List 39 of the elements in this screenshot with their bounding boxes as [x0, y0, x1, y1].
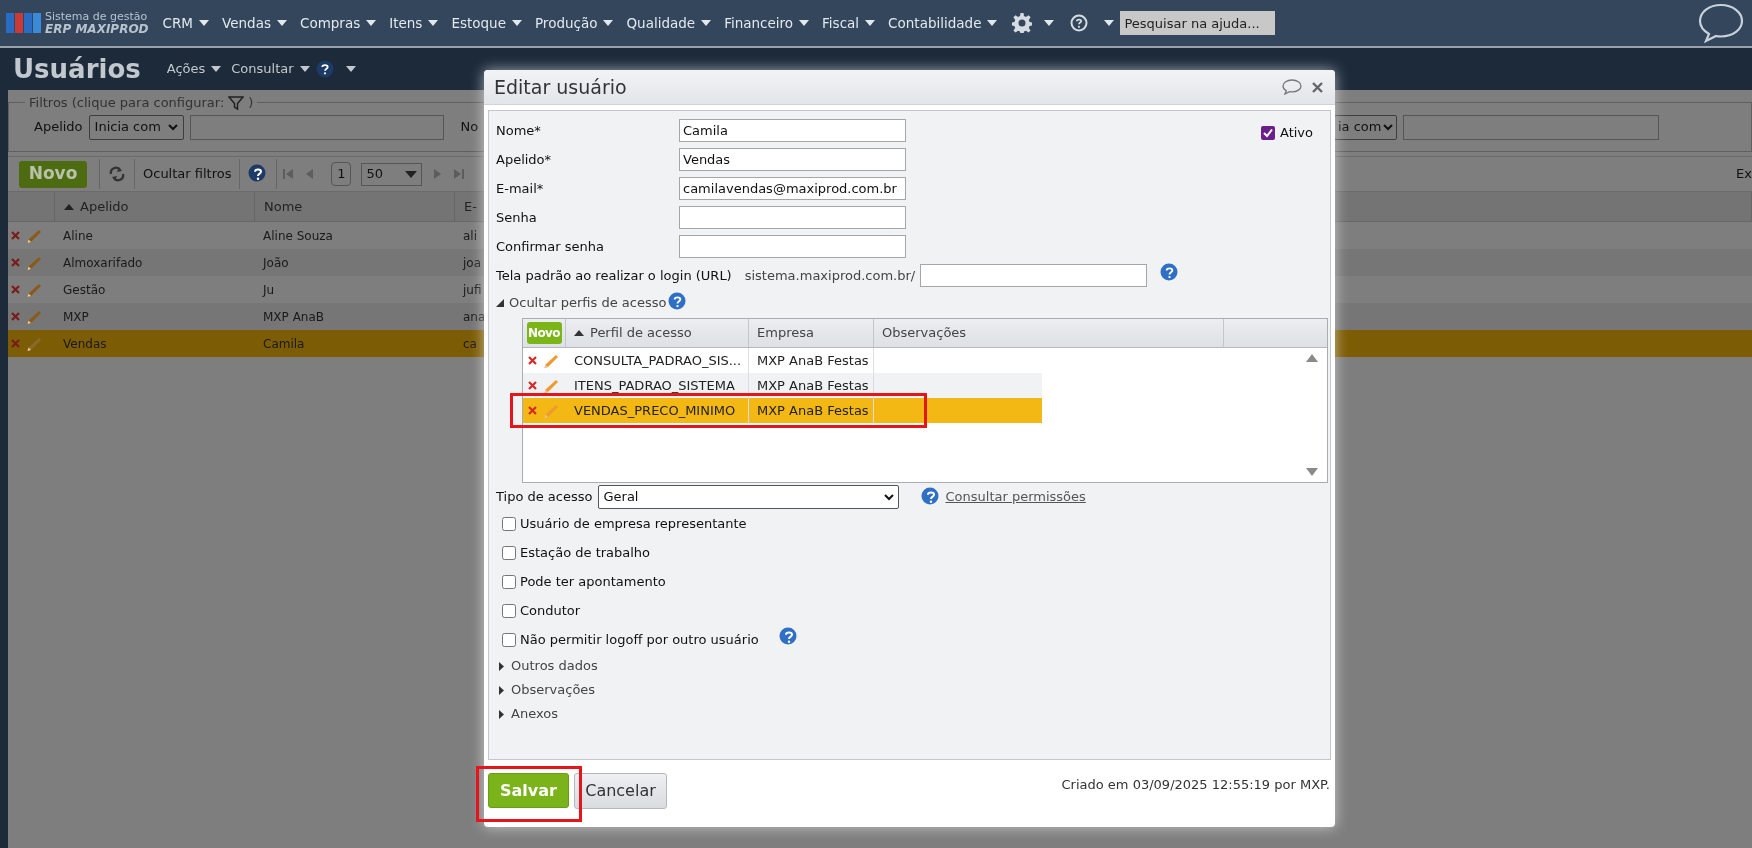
field-label: Apelido: [34, 118, 83, 137]
table-cell-text: MXP AnaB Festas: [757, 376, 869, 395]
field-label: Tela padrão ao realizar o login (URL): [496, 266, 732, 285]
dialog-title: Editar usuário: [494, 74, 627, 100]
table-cell-text: ITENS_PADRAO_SISTEMA: [574, 376, 735, 395]
table-cell-text: ana: [463, 308, 486, 326]
table-cell-text: Ju: [263, 281, 275, 299]
filter-legend: ): [248, 93, 254, 113]
url-prefix: sistema.maxiprod.com.br/: [744, 266, 916, 285]
page-title: Usuários: [13, 52, 141, 86]
table-cell-text: ca: [463, 335, 477, 353]
table-cell-text: ali: [463, 227, 478, 245]
table-cell-text: MXP AnaB Festas: [757, 351, 869, 370]
filter-legend: Filtros (clique para configurar:: [29, 93, 225, 113]
field-label: Tipo de acesso: [496, 488, 593, 507]
table-cell-text: Vendas: [63, 335, 107, 353]
field-label: Apelido*: [496, 150, 553, 169]
table-cell-text: VENDAS_PRECO_MINIMO: [574, 401, 736, 420]
table-cell-text: CONSULTA_PADRAO_SIS...: [574, 351, 742, 370]
logo-tagline: Sistema de gestão: [45, 10, 149, 23]
table-cell-text: jufi: [463, 281, 482, 299]
table-cell-text: MXP AnaB Festas: [757, 401, 869, 420]
toolbar-text: Ex: [1736, 165, 1752, 184]
table-cell-text: Aline Souza: [263, 227, 333, 245]
field-label: E-mail*: [496, 179, 545, 198]
table-cell-text: joa: [463, 254, 482, 272]
logo-text: ERP MAXIPROD: [45, 23, 149, 36]
field-label: Confirmar senha: [496, 237, 605, 256]
field-label: Senha: [496, 208, 538, 227]
table-cell-text: Gestão: [63, 281, 106, 299]
created-note: Criado em 03/09/2025 12:55:19 por MXP.: [1061, 776, 1330, 794]
table-cell-text: João: [263, 254, 289, 272]
field-label: No: [460, 118, 479, 137]
table-cell-text: MXP AnaB: [263, 308, 325, 326]
table-cell-text: Almoxarifado: [63, 254, 143, 272]
table-cell-text: Aline: [63, 227, 93, 245]
table-cell-text: Camila: [263, 335, 305, 353]
table-cell-text: MXP: [63, 308, 89, 326]
field-label: Nome*: [496, 121, 542, 140]
